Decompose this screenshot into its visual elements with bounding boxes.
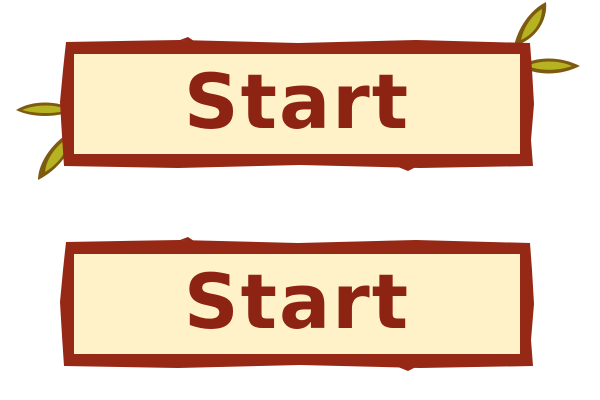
start-label: Start xyxy=(183,57,411,146)
start-label: Start xyxy=(183,257,411,346)
start-button-hover[interactable]: Start xyxy=(60,37,534,171)
start-button[interactable]: Start xyxy=(60,237,534,371)
